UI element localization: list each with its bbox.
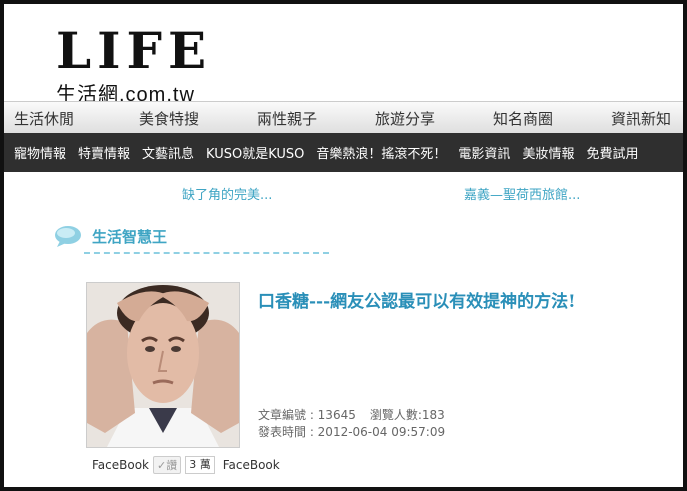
logo-main-text: LIFE	[56, 21, 213, 80]
site-logo[interactable]: LIFE 生活網.com.tw	[56, 21, 256, 107]
section-header: 生活智慧王	[54, 222, 329, 256]
sub-nav-item[interactable]: 特賣情報	[72, 143, 136, 162]
like-button-label: 讚	[166, 459, 178, 472]
sub-nav-item[interactable]: 寵物情報	[4, 143, 72, 162]
article-meta-row: 文章編號 : 13645 瀏覽人數:183	[258, 406, 445, 423]
check-icon: ✓	[157, 458, 167, 472]
section-divider	[84, 252, 329, 254]
main-nav-item[interactable]: 旅遊分享	[346, 108, 464, 129]
sub-nav: 寵物情報 特賣情報 文藝訊息 KUSO就是KUSO 音樂熱浪！搖滾不死！ 電影資…	[4, 133, 683, 172]
sub-nav-item[interactable]: 音樂熱浪！搖滾不死！	[310, 143, 452, 162]
like-button[interactable]: ✓ 讚	[153, 456, 182, 474]
section-title: 生活智慧王	[92, 228, 168, 246]
social-bar: FaceBook ✓ 讚 3 萬 FaceBook	[92, 456, 280, 474]
main-nav-item[interactable]: 資訊新知	[582, 108, 683, 129]
article-photo[interactable]	[86, 282, 240, 448]
sub-nav-item[interactable]: 美妝情報	[516, 143, 580, 162]
like-count: 3 萬	[185, 456, 215, 474]
sub-nav-item[interactable]: 電影資訊	[452, 143, 516, 162]
main-nav-item[interactable]: 美食特搜	[110, 108, 228, 129]
related-link-right[interactable]: 嘉義—聖荷西旅館...	[464, 184, 580, 203]
tired-man-image	[87, 283, 239, 447]
page-frame: LIFE 生活網.com.tw 生活休閒 美食特搜 兩性親子 旅遊分享 知名商圈…	[0, 0, 687, 491]
main-nav: 生活休閒 美食特搜 兩性親子 旅遊分享 知名商圈 資訊新知	[4, 101, 683, 134]
speech-bubble-icon	[55, 226, 81, 247]
article-views: 瀏覽人數:183	[369, 408, 445, 422]
main-nav-item[interactable]: 知名商圈	[464, 108, 582, 129]
main-nav-item[interactable]: 兩性親子	[228, 108, 346, 129]
sub-nav-item[interactable]: 文藝訊息	[136, 143, 200, 162]
article-title[interactable]: 口香糖---網友公認最可以有效提神的方法!	[258, 287, 576, 312]
sub-nav-item[interactable]: 免費試用	[580, 143, 644, 162]
facebook-label-2[interactable]: FaceBook	[223, 458, 280, 472]
facebook-label: FaceBook	[92, 458, 149, 472]
main-nav-item[interactable]: 生活休閒	[4, 108, 110, 129]
article-date: 發表時間 : 2012-06-04 09:57:09	[258, 425, 446, 439]
article-id: 文章編號 : 13645	[258, 408, 356, 422]
sub-nav-item[interactable]: KUSO就是KUSO	[200, 143, 310, 162]
related-link-left[interactable]: 缺了角的完美...	[182, 184, 272, 203]
